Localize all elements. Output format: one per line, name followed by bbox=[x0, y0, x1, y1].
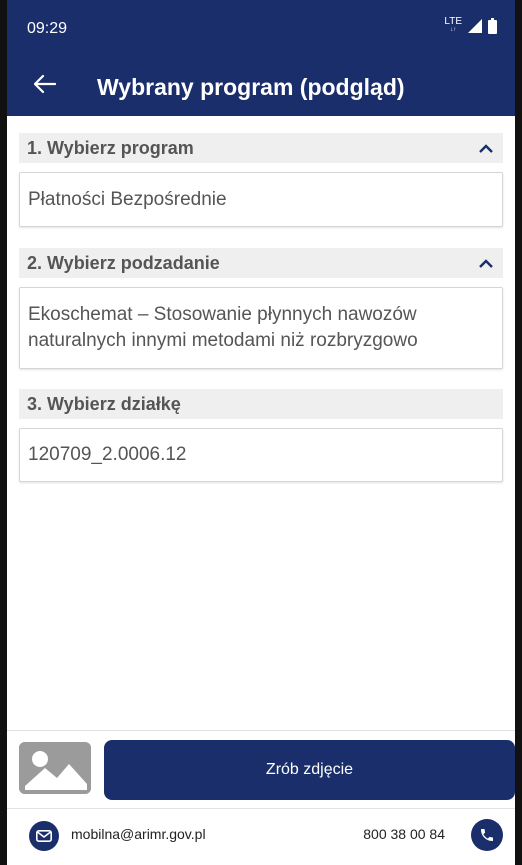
mail-icon bbox=[36, 830, 52, 842]
action-divider bbox=[7, 730, 515, 731]
photo-thumbnail[interactable] bbox=[19, 742, 91, 794]
footer-phone[interactable]: 800 38 00 84 bbox=[363, 826, 445, 842]
image-placeholder-icon bbox=[19, 742, 91, 794]
signal-icon bbox=[468, 18, 482, 33]
footer-divider bbox=[7, 808, 515, 809]
data-arrows-icon: ↓↑ bbox=[450, 27, 457, 33]
program-field[interactable]: Płatności Bezpośrednie bbox=[19, 172, 503, 227]
section-header-program[interactable]: 1. Wybierz program bbox=[19, 133, 503, 163]
status-time: 09:29 bbox=[27, 20, 68, 37]
battery-icon bbox=[488, 17, 497, 34]
arrow-back-icon bbox=[34, 75, 56, 93]
chevron-up-icon bbox=[479, 258, 493, 268]
section-header-subtask[interactable]: 2. Wybierz podzadanie bbox=[19, 248, 503, 278]
program-value: Płatności Bezpośrednie bbox=[28, 188, 227, 210]
subtask-value-line2: naturalnych innymi metodami niż rozbryzg… bbox=[28, 330, 418, 351]
lte-label: LTE bbox=[444, 16, 462, 27]
section-title-parcel: 3. Wybierz działkę bbox=[27, 393, 181, 414]
section-title-program: 1. Wybierz program bbox=[27, 137, 194, 158]
status-icons: LTE ↓↑ bbox=[444, 17, 497, 34]
subtask-value-line1: Ekoschemat – Stosowanie płynnych nawozów bbox=[28, 304, 417, 325]
chevron-up-icon bbox=[479, 143, 493, 153]
app-screen: 09:29 LTE ↓↑ Wybrany program (podgląd) 1… bbox=[7, 0, 515, 865]
take-photo-button[interactable]: Zrób zdjęcie bbox=[104, 740, 515, 800]
lte-icon: LTE ↓↑ bbox=[444, 17, 462, 34]
page-title: Wybrany program (podgląd) bbox=[97, 74, 405, 100]
parcel-field[interactable]: 120709_2.0006.12 bbox=[19, 428, 503, 482]
parcel-value: 120709_2.0006.12 bbox=[28, 444, 187, 465]
subtask-field[interactable]: Ekoschemat – Stosowanie płynnych nawozów… bbox=[19, 287, 503, 369]
footer-email[interactable]: mobilna@arimr.gov.pl bbox=[71, 826, 206, 842]
app-header: 09:29 LTE ↓↑ Wybrany program (podgląd) bbox=[7, 0, 515, 116]
section-title-subtask: 2. Wybierz podzadanie bbox=[27, 252, 220, 273]
section-header-parcel: 3. Wybierz działkę bbox=[19, 389, 503, 419]
phone-button[interactable] bbox=[471, 819, 503, 851]
phone-icon bbox=[481, 829, 493, 841]
email-button[interactable] bbox=[29, 821, 59, 851]
back-button[interactable] bbox=[25, 64, 65, 104]
